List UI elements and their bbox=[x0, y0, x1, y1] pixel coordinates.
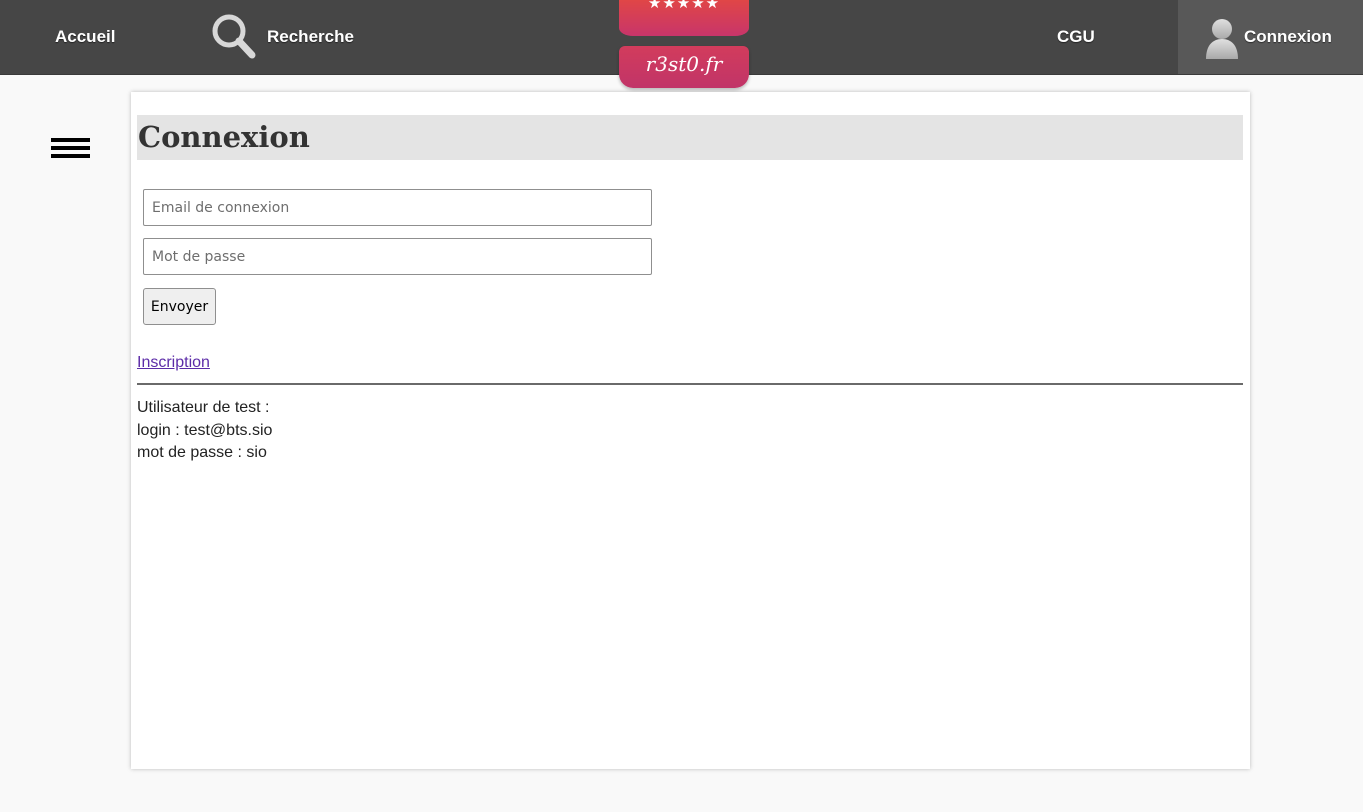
email-field[interactable] bbox=[143, 189, 652, 226]
logo-text: r3st0.fr bbox=[645, 52, 723, 76]
hamburger-line bbox=[51, 146, 90, 150]
password-field[interactable] bbox=[143, 238, 652, 275]
logo-stars: ★★★★★ bbox=[647, 0, 721, 12]
main-content-card: Connexion Envoyer Inscription Utilisateu… bbox=[131, 92, 1250, 769]
logo-bottom-part: r3st0.fr bbox=[619, 46, 749, 88]
submit-button[interactable]: Envoyer bbox=[143, 288, 216, 325]
test-info-line: mot de passe : sio bbox=[137, 444, 267, 461]
page-title: Connexion bbox=[137, 115, 1243, 160]
nav-accueil-link[interactable]: Accueil bbox=[55, 0, 115, 74]
hamburger-line bbox=[51, 138, 90, 142]
nav-recherche-link[interactable]: Recherche bbox=[209, 0, 354, 74]
nav-cgu-link[interactable]: CGU bbox=[1057, 0, 1095, 74]
site-logo[interactable]: ★★★★★ r3st0.fr bbox=[619, 0, 749, 90]
inscription-link[interactable]: Inscription bbox=[137, 354, 210, 372]
user-icon bbox=[1204, 15, 1240, 59]
test-info-line: Utilisateur de test : bbox=[137, 399, 270, 416]
test-user-info: Utilisateur de test : login : test@bts.s… bbox=[137, 397, 272, 465]
nav-connexion-label: Connexion bbox=[1244, 27, 1332, 46]
hamburger-menu-icon[interactable] bbox=[51, 138, 91, 162]
search-icon bbox=[209, 12, 265, 62]
separator bbox=[137, 383, 1243, 385]
logo-top-part: ★★★★★ bbox=[619, 0, 749, 36]
nav-connexion-link[interactable]: Connexion bbox=[1178, 0, 1363, 74]
hamburger-line bbox=[51, 154, 90, 158]
nav-recherche-label: Recherche bbox=[267, 27, 354, 46]
test-info-line: login : test@bts.sio bbox=[137, 421, 273, 439]
